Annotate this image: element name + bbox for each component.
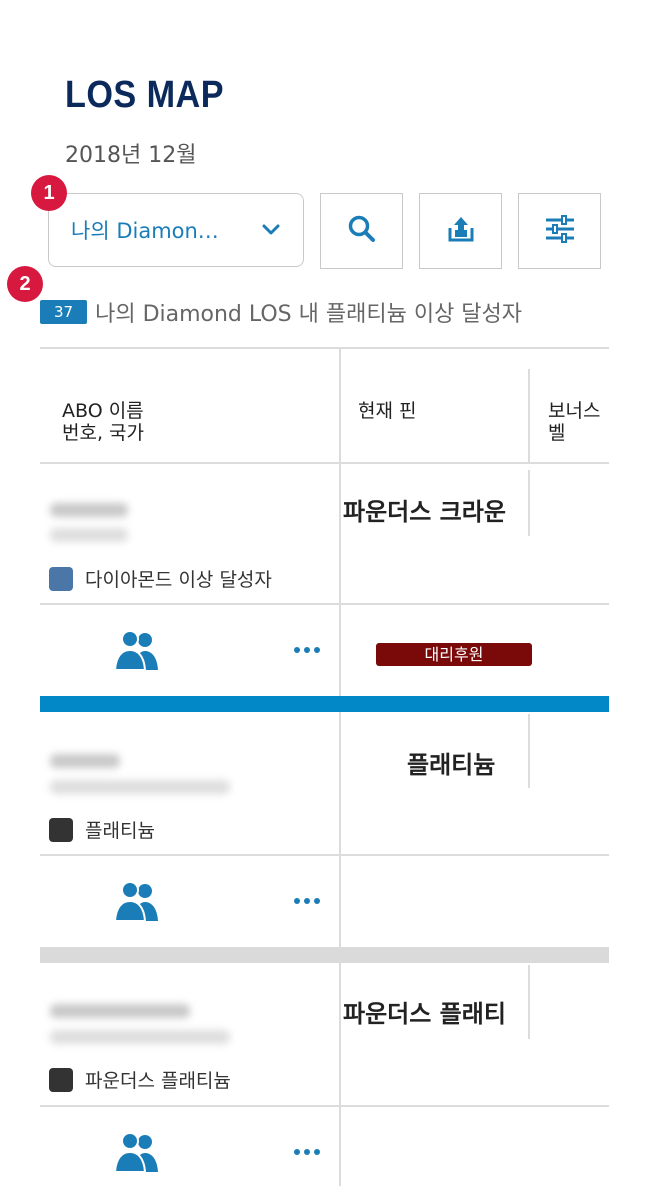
export-button[interactable] (419, 193, 502, 269)
blurred-name (50, 1004, 190, 1018)
legend-swatch (49, 1067, 73, 1092)
step-marker-1: 1 (31, 175, 67, 211)
search-icon (346, 213, 378, 249)
divider (40, 603, 609, 605)
people-icon[interactable] (113, 1130, 159, 1178)
filter-button[interactable] (518, 193, 601, 269)
proxy-sponsor-badge: 대리후원 (376, 643, 532, 666)
column-divider (528, 470, 530, 536)
summary-row: 37 나의 Diamond LOS 내 플래티늄 이상 달성자 (40, 296, 522, 328)
legend-label: 다이아몬드 이상 달성자 (85, 569, 272, 591)
row-separator-band (40, 696, 609, 712)
current-pin: 파운더스 크라운 (343, 498, 506, 526)
page-date: 2018년 12월 (65, 143, 197, 168)
column-divider (339, 347, 341, 1186)
legend-label: 파운더스 플래티늄 (85, 1070, 231, 1092)
step-marker-2: 2 (7, 266, 43, 302)
divider (40, 854, 609, 856)
search-button[interactable] (320, 193, 403, 269)
legend-swatch (49, 566, 73, 591)
people-icon[interactable] (113, 879, 159, 927)
divider (40, 1105, 609, 1107)
current-pin: 플래티늄 (407, 751, 496, 779)
count-badge: 37 (40, 300, 88, 324)
header-bonus-line1: 보너스 (548, 400, 601, 422)
header-bonus-line2: 벨 (548, 422, 566, 444)
header-name-line2: 번호, 국가 (62, 422, 144, 444)
blurred-id (50, 780, 230, 794)
divider (40, 347, 609, 349)
sliders-icon (544, 215, 576, 247)
dropdown-label: 나의 Diamon… (71, 219, 219, 243)
more-icon[interactable] (294, 647, 320, 653)
los-dropdown[interactable]: 나의 Diamon… (48, 193, 304, 267)
share-upload-icon (446, 214, 476, 248)
more-icon[interactable] (294, 898, 320, 904)
level-legend: 파운더스 플래티늄 (49, 1066, 231, 1093)
column-header-pin: 현재 핀 (358, 400, 417, 422)
column-header-name: ABO 이름 번호, 국가 (62, 400, 144, 444)
blurred-name (50, 754, 120, 768)
blurred-id (50, 528, 128, 542)
column-divider (528, 369, 530, 463)
current-pin: 파운더스 플래티 (343, 1000, 506, 1028)
people-icon[interactable] (113, 628, 159, 676)
more-icon[interactable] (294, 1149, 320, 1155)
chevron-down-icon (261, 220, 281, 240)
level-legend: 다이아몬드 이상 달성자 (49, 565, 272, 592)
blurred-id (50, 1030, 230, 1044)
column-header-bonus: 보너스 벨 (548, 400, 600, 444)
page-title: LOS MAP (65, 74, 224, 116)
blurred-name (50, 503, 128, 517)
column-divider (528, 965, 530, 1039)
summary-text: 나의 Diamond LOS 내 플래티늄 이상 달성자 (95, 302, 523, 327)
legend-label: 플래티늄 (85, 820, 155, 842)
header-name-line1: ABO 이름 (62, 400, 144, 422)
column-divider (528, 714, 530, 788)
divider (40, 462, 609, 464)
level-legend: 플래티늄 (49, 816, 155, 843)
row-separator-band (40, 947, 609, 963)
legend-swatch (49, 817, 73, 842)
